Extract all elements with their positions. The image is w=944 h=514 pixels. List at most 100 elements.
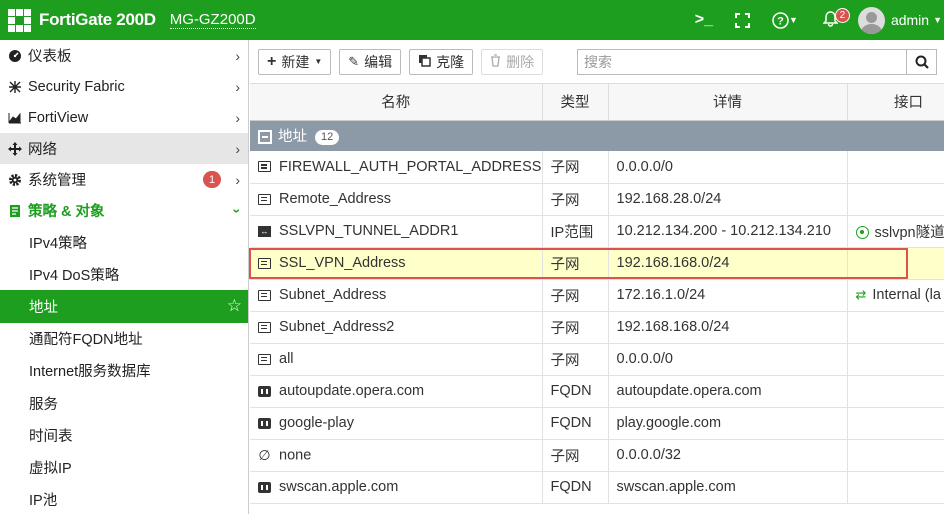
sidebar-item-label: 策略 & 对象 xyxy=(28,204,105,220)
subnet-address-icon xyxy=(258,161,271,173)
sidebar-item-label: Security Fabric xyxy=(28,78,125,95)
star-icon[interactable]: ☆ xyxy=(227,296,242,316)
collapse-icon[interactable] xyxy=(258,130,272,145)
row-details: 0.0.0.0/0 xyxy=(608,343,848,376)
clone-button[interactable]: 克隆 xyxy=(409,48,474,75)
row-interface xyxy=(847,247,944,280)
row-details: 192.168.168.0/24 xyxy=(608,311,848,344)
notifications-button[interactable]: 2 xyxy=(822,7,850,30)
table-row[interactable]: swscan.apple.com FQDN swscan.apple.com xyxy=(250,471,944,504)
switch-port-icon: ⇄ xyxy=(855,287,867,302)
svg-text:?: ? xyxy=(777,15,784,27)
avatar[interactable] xyxy=(857,6,885,34)
interface-label: Internal (la xyxy=(872,287,941,303)
edit-button[interactable]: ✎ 编辑 xyxy=(339,48,402,75)
table-row[interactable]: google-play FQDN play.google.com xyxy=(250,407,944,440)
sidebar-item-fortiview[interactable]: FortiView › xyxy=(0,102,248,133)
row-details: play.google.com xyxy=(608,407,848,440)
trash-icon xyxy=(490,53,501,70)
sidebar-subitem-ipv4-dos-policy[interactable]: IPv4 DoS策略 xyxy=(0,258,248,290)
sidebar-item-policy-objects[interactable]: 策略 & 对象 › xyxy=(0,195,248,226)
table-row[interactable]: Subnet_Address2 子网 192.168.168.0/24 xyxy=(250,311,944,344)
sidebar-subitem-virtual-ip[interactable]: 虚拟IP xyxy=(0,451,248,483)
column-header-type[interactable]: 类型 xyxy=(542,84,609,121)
row-interface xyxy=(847,311,944,344)
sidebar-item-dashboard[interactable]: 仪表板 › xyxy=(0,40,248,71)
logo[interactable]: FortiGate 200D xyxy=(8,8,156,32)
row-interface xyxy=(847,407,944,440)
table-row-selected[interactable]: SSL_VPN_Address 子网 192.168.168.0/24 xyxy=(250,247,944,280)
row-name: google-play xyxy=(279,415,354,431)
row-type: 子网 xyxy=(542,183,609,216)
row-name: SSLVPN_TUNNEL_ADDR1 xyxy=(279,223,459,239)
row-type: IP范围 xyxy=(542,215,609,248)
table-row[interactable]: Subnet_Address 子网 172.16.1.0/24 ⇄ Interna… xyxy=(250,279,944,312)
subnet-address-icon xyxy=(258,353,271,365)
row-type: 子网 xyxy=(542,311,609,344)
table-row[interactable]: ↔ SSLVPN_TUNNEL_ADDR1 IP范围 10.212.134.200… xyxy=(250,215,944,248)
top-bar: FortiGate 200D MG-GZ200D >_ ? ▼ 2 admin … xyxy=(0,0,944,40)
chevron-down-icon: › xyxy=(229,208,246,213)
row-interface: ⇄ Internal (la xyxy=(847,279,944,312)
dashboard-icon xyxy=(7,49,23,63)
sidebar-item-label: FortiView xyxy=(28,109,89,126)
group-row[interactable]: 地址 12 xyxy=(250,120,944,151)
sidebar-subitem-services[interactable]: 服务 xyxy=(0,387,248,419)
search-icon[interactable] xyxy=(906,50,936,74)
sidebar-subitem-internet-service-db[interactable]: Internet服务数据库 xyxy=(0,355,248,387)
table-row[interactable]: autoupdate.opera.com FQDN autoupdate.ope… xyxy=(250,375,944,408)
column-header-name[interactable]: 名称 xyxy=(250,84,543,121)
fqdn-icon xyxy=(258,481,271,493)
row-name: swscan.apple.com xyxy=(279,479,399,495)
fqdn-icon xyxy=(258,417,271,429)
table-row[interactable]: FIREWALL_AUTH_PORTAL_ADDRESS 子网 0.0.0.0/… xyxy=(250,151,944,184)
row-details: 10.212.134.200 - 10.212.134.210 xyxy=(608,215,848,248)
row-interface xyxy=(847,471,944,504)
sidebar: 仪表板 › Security Fabric › FortiView › 网络 ›… xyxy=(0,40,249,514)
column-header-interface[interactable]: 接口 xyxy=(847,84,944,121)
row-type: 子网 xyxy=(542,439,609,472)
vpn-tunnel-icon xyxy=(855,226,869,240)
group-cell: 地址 12 xyxy=(250,120,944,151)
sidebar-subitem-wildcard-fqdn[interactable]: 通配符FQDN地址 xyxy=(0,323,248,355)
table-row[interactable]: ∅ none 子网 0.0.0.0/32 xyxy=(250,439,944,472)
chevron-right-icon: › xyxy=(235,171,240,188)
new-button[interactable]: + 新建 ▼ xyxy=(258,48,332,75)
row-interface xyxy=(847,151,944,184)
table-row[interactable]: all 子网 0.0.0.0/0 xyxy=(250,343,944,376)
sidebar-item-network[interactable]: 网络 › xyxy=(0,133,248,164)
row-type: FQDN xyxy=(542,407,609,440)
row-interface xyxy=(847,343,944,376)
table-header: 名称 类型 详情 接口 xyxy=(250,84,944,121)
delete-button-label: 删除 xyxy=(506,53,535,70)
chevron-down-icon[interactable]: ▼ xyxy=(933,15,942,25)
chevron-down-icon: ▼ xyxy=(314,57,323,66)
sidebar-subitem-addresses[interactable]: 地址 ☆ xyxy=(0,290,248,323)
ip-range-icon: ↔ xyxy=(258,225,271,237)
fullscreen-icon[interactable] xyxy=(735,12,751,28)
sidebar-subitem-label: 地址 xyxy=(29,299,58,316)
search-input[interactable] xyxy=(578,50,906,74)
hostname[interactable]: MG-GZ200D xyxy=(169,11,256,29)
sidebar-item-system[interactable]: 系统管理 1 › xyxy=(0,164,248,195)
sidebar-subitem-ipv4-policy[interactable]: IPv4策略 xyxy=(0,226,248,258)
row-name: SSL_VPN_Address xyxy=(279,255,406,271)
help-icon[interactable]: ? ▼ xyxy=(772,11,800,29)
chevron-right-icon: › xyxy=(235,109,240,126)
row-interface xyxy=(847,183,944,216)
row-type: FQDN xyxy=(542,471,609,504)
column-header-details[interactable]: 详情 xyxy=(608,84,848,121)
sidebar-subitem-schedules[interactable]: 时间表 xyxy=(0,419,248,451)
sidebar-item-security-fabric[interactable]: Security Fabric › xyxy=(0,71,248,102)
row-type: 子网 xyxy=(542,279,609,312)
user-name[interactable]: admin xyxy=(891,12,929,28)
row-details: 192.168.28.0/24 xyxy=(608,183,848,216)
row-type: 子网 xyxy=(542,151,609,184)
terminal-icon[interactable]: >_ xyxy=(695,11,713,29)
fqdn-icon xyxy=(258,385,271,397)
plus-icon: + xyxy=(267,52,277,70)
sidebar-subitem-ip-pools[interactable]: IP池 xyxy=(0,484,248,514)
row-details: 192.168.168.0/24 xyxy=(608,247,848,280)
delete-button[interactable]: 删除 xyxy=(481,48,544,75)
table-row[interactable]: Remote_Address 子网 192.168.28.0/24 xyxy=(250,183,944,216)
